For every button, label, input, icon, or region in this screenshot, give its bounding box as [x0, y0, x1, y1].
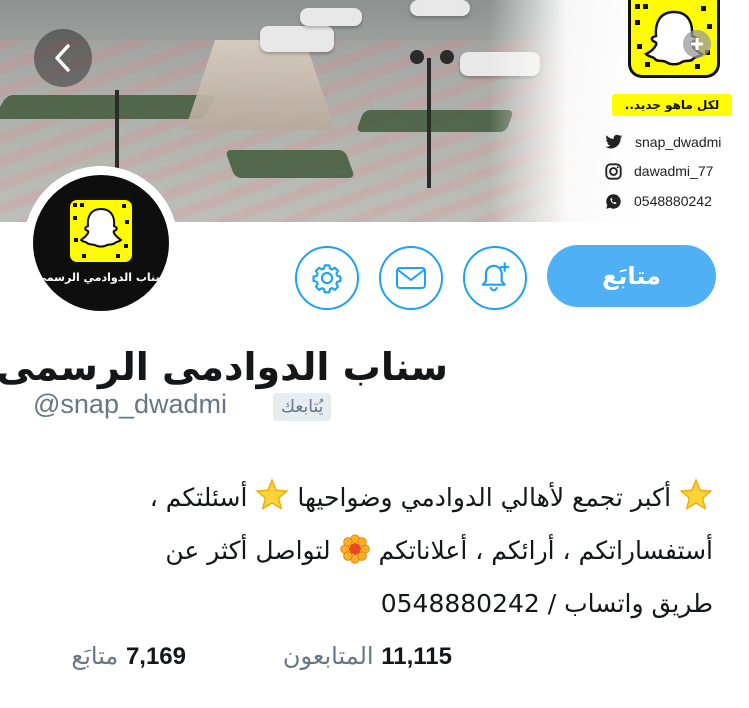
- twitter-handle-text: snap_dwadmi: [635, 134, 722, 150]
- whatsapp-number-text: 0548880242: [634, 193, 712, 209]
- bell-plus-icon: [481, 262, 510, 292]
- banner-car: [410, 0, 470, 16]
- instagram-icon: [605, 162, 622, 180]
- banner-car: [300, 8, 362, 26]
- bio-line: طريق واتساب / 0548880242: [23, 580, 713, 627]
- envelope-icon: [396, 267, 426, 289]
- followers-label: المتابعون: [282, 642, 374, 670]
- following-button[interactable]: متابَع: [547, 245, 716, 307]
- star-emoji-icon: [679, 478, 713, 527]
- banner-lamp: [440, 50, 454, 64]
- banner-car: [260, 26, 334, 52]
- whatsapp-icon: [606, 193, 621, 209]
- banner-grass: [0, 95, 217, 119]
- bio-line: أكبر تجمع لأهالي الدوادمي وضواحيها أسئلت…: [23, 474, 713, 527]
- banner-tagline: لكل ماهو جديد..: [612, 94, 732, 116]
- following-count: 7,169: [125, 643, 186, 670]
- snapchat-ghost-icon: [73, 203, 129, 258]
- message-button[interactable]: [379, 246, 443, 310]
- profile-handle: @snap_dwadmi: [33, 389, 228, 419]
- profile-bio: أكبر تجمع لأهالي الدوادمي وضواحيها أسئلت…: [23, 474, 713, 627]
- gear-icon: [312, 264, 342, 294]
- avatar[interactable]: سناب الدوادمي الرسمي: [33, 175, 169, 311]
- flower-emoji-icon: [339, 533, 371, 580]
- banner-contact-instagram: dawadmi_77: [605, 161, 713, 181]
- notifications-button[interactable]: [463, 246, 527, 310]
- bio-text: أكبر تجمع لأهالي الدوادمي وضواحيها: [297, 483, 672, 512]
- back-button[interactable]: [34, 29, 92, 87]
- snapcode-logo: [628, 0, 720, 78]
- bio-line: أستفساراتكم ، أرائكم ، أعلاناتكم لتواصل …: [23, 527, 713, 580]
- avatar-caption: سناب الدوادمي الرسمي: [35, 271, 167, 284]
- chevron-left-icon: [55, 44, 70, 72]
- followers-count: 11,115: [381, 643, 452, 670]
- star-emoji-icon: [255, 478, 290, 527]
- banner-lamp-post: [427, 58, 431, 188]
- followers-stat[interactable]: 11,115 المتابعون: [283, 642, 452, 671]
- snapchat-ghost-icon: [635, 4, 712, 69]
- banner-contact-twitter: snap_dwadmi: [605, 132, 721, 152]
- twitter-icon: [605, 134, 623, 149]
- bio-text: لتواصل أكثر عن: [165, 536, 331, 565]
- avatar-snapcode: [67, 197, 135, 265]
- banner-lamp: [410, 50, 424, 64]
- bio-text: طريق واتساب / 0548880242: [380, 589, 713, 618]
- profile-display-name: سناب الدوادمى الرسمى: [0, 345, 448, 389]
- bio-text: أستفساراتكم ، أرائكم ، أعلاناتكم: [378, 536, 713, 565]
- following-label: متابَع: [71, 642, 119, 670]
- follows-you-badge: يُتابعك: [273, 393, 332, 421]
- banner-grass: [224, 150, 356, 178]
- bio-text: أسئلتكم ،: [149, 483, 248, 512]
- banner-contact-whatsapp: 0548880242: [605, 191, 712, 211]
- settings-button[interactable]: [295, 246, 359, 310]
- following-stat[interactable]: 7,169 متابَع: [71, 642, 186, 671]
- instagram-handle-text: dawadmi_77: [634, 163, 714, 179]
